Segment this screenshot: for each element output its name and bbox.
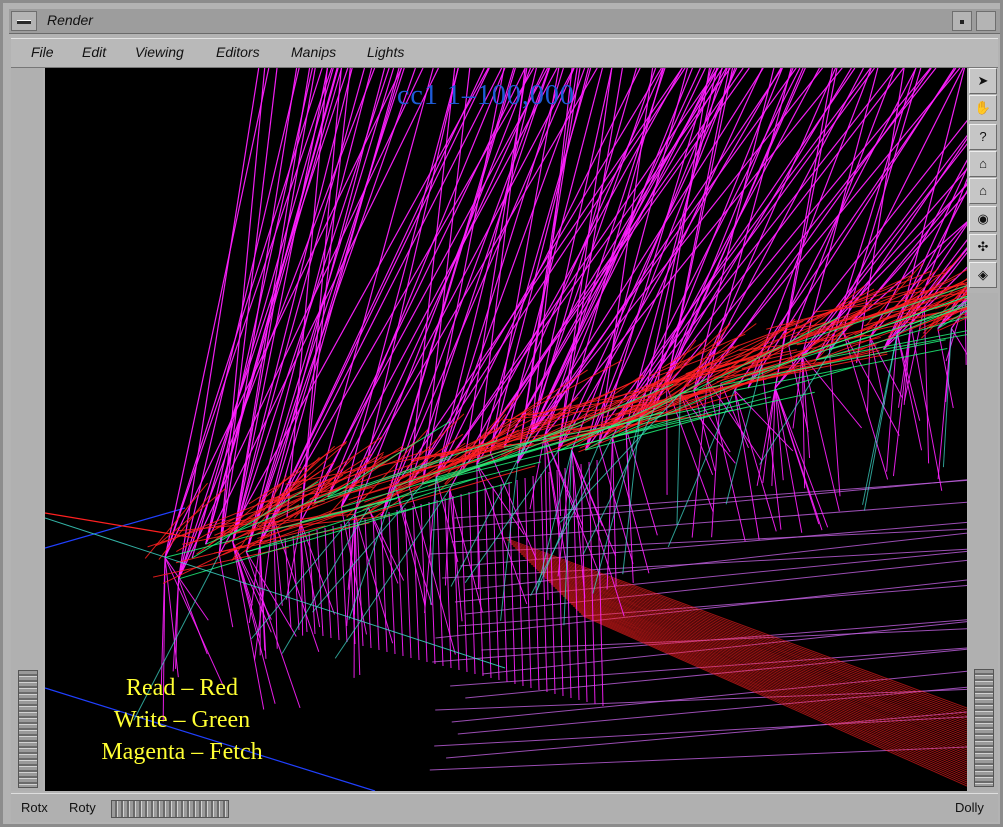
dolly-label: Dolly xyxy=(955,800,984,815)
trace-line xyxy=(432,619,967,663)
window-menu-button[interactable] xyxy=(11,11,37,31)
trace-line xyxy=(666,68,734,387)
trace-line xyxy=(522,555,967,727)
trace-line xyxy=(164,68,270,558)
menu-viewing[interactable]: Viewing xyxy=(135,44,184,60)
trace-line xyxy=(462,68,528,470)
dolly-thumbwheel[interactable] xyxy=(974,669,994,787)
trace-line xyxy=(364,517,372,649)
trace-line xyxy=(436,499,444,667)
menu-edit[interactable]: Edit xyxy=(82,44,106,60)
menu-file[interactable]: File xyxy=(31,44,54,60)
legend: Read – Red Write – Green Magenta – Fetch xyxy=(75,672,289,768)
trace-line xyxy=(774,387,829,528)
trace-line xyxy=(178,578,208,655)
trace-line xyxy=(516,549,967,721)
trace-line xyxy=(340,68,459,508)
seek-icon[interactable]: ✣ xyxy=(969,234,997,260)
menu-manips[interactable]: Manips xyxy=(291,44,336,60)
window-title: Render xyxy=(47,12,93,28)
roty-thumbwheel[interactable] xyxy=(111,800,229,818)
trace-line xyxy=(316,529,324,637)
trace-line xyxy=(562,595,967,767)
legend-read: Read – Red xyxy=(126,675,238,701)
trace-line xyxy=(951,327,967,355)
rotx-thumbwheel[interactable] xyxy=(18,670,38,788)
trace-line xyxy=(532,475,540,691)
trace-line xyxy=(540,573,967,745)
trace-line xyxy=(560,593,967,765)
viewport-title: cc1 1–100,000 xyxy=(397,80,575,111)
trace-line xyxy=(774,387,820,525)
maximize-button[interactable] xyxy=(976,11,996,31)
trace-line xyxy=(518,551,967,723)
trace-line xyxy=(532,565,967,737)
help-icon[interactable]: ? xyxy=(969,124,997,150)
left-panel xyxy=(11,68,43,791)
view-all-eye-icon[interactable]: ◉ xyxy=(969,206,997,232)
right-panel xyxy=(968,293,998,791)
legend-fetch: Magenta – Fetch xyxy=(101,739,263,765)
trace-line xyxy=(886,333,898,472)
trace-line xyxy=(340,68,598,508)
trace-line xyxy=(476,489,484,677)
trace-line xyxy=(162,544,243,584)
legend-write: Write – Green xyxy=(113,707,251,733)
trace-line xyxy=(512,545,967,717)
trace-line xyxy=(862,333,898,505)
trace-line xyxy=(308,531,316,635)
render-window: Render File Edit Viewing Editors Manips … xyxy=(0,0,1003,827)
camera-type-icon[interactable]: ◈ xyxy=(969,262,997,288)
bottom-bar: Rotx Roty Dolly xyxy=(11,793,998,822)
trace-line xyxy=(910,324,943,491)
trace-line xyxy=(442,548,967,579)
trace-line xyxy=(412,505,420,661)
trace-line xyxy=(435,68,586,478)
trace-line xyxy=(45,517,506,669)
set-home-icon[interactable]: ⌂ xyxy=(969,178,997,204)
trace-line xyxy=(300,68,549,523)
menu-lights[interactable]: Lights xyxy=(367,44,404,60)
trace-line xyxy=(451,501,967,543)
trace-line xyxy=(866,337,871,414)
rotx-label: Rotx xyxy=(21,800,48,815)
trace-line xyxy=(232,68,316,543)
pick-arrow-icon[interactable]: ➤ xyxy=(969,68,997,94)
trace-line xyxy=(458,584,967,627)
trace-line xyxy=(340,523,348,643)
trace-line xyxy=(454,479,967,519)
render-viewport[interactable]: cc1 1–100,000 Read – Red Write – Green M… xyxy=(45,68,967,791)
viewer-toolbar: ➤ ✋ ? ⌂ ⌂ ◉ ✣ ◈ xyxy=(969,68,998,293)
trace-line xyxy=(557,450,562,517)
trace-line xyxy=(556,589,967,761)
trace-line xyxy=(554,587,967,759)
trace-line xyxy=(544,435,569,570)
trace-line xyxy=(327,68,506,498)
trace-line xyxy=(324,527,332,639)
roty-label: Roty xyxy=(69,800,96,815)
trace-line xyxy=(566,599,967,771)
menu-bar: File Edit Viewing Editors Manips Lights xyxy=(11,38,998,68)
trace-line xyxy=(500,483,508,683)
trace-line xyxy=(548,581,967,753)
trace-line xyxy=(568,601,967,773)
menu-editors[interactable]: Editors xyxy=(216,44,260,60)
home-icon[interactable]: ⌂ xyxy=(969,151,997,177)
trace-line xyxy=(570,603,967,775)
view-hand-icon[interactable]: ✋ xyxy=(969,95,997,121)
minimize-button[interactable] xyxy=(952,11,972,31)
trace-line xyxy=(476,383,674,465)
trace-line xyxy=(580,613,967,785)
trace-line xyxy=(538,571,967,743)
trace-line xyxy=(218,554,234,628)
trace-line xyxy=(546,579,967,751)
trace-line xyxy=(468,491,476,675)
trace-line xyxy=(284,537,292,629)
trace-line xyxy=(430,477,437,605)
title-bar[interactable]: Render xyxy=(9,9,1000,34)
trace-line xyxy=(460,493,468,673)
trace-line xyxy=(611,436,617,587)
